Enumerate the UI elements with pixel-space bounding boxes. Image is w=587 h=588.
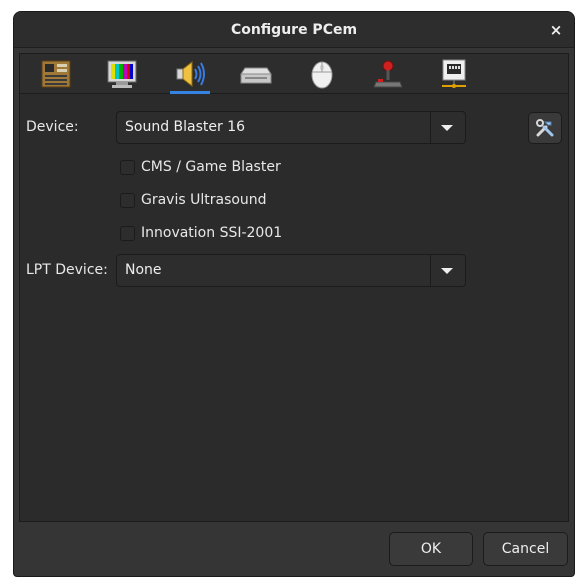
option-innovation-ssi-2001[interactable]: Innovation SSI-2001 xyxy=(120,223,282,243)
speaker-icon xyxy=(176,60,205,88)
lpt-device-value: None xyxy=(125,262,162,278)
tab-bar xyxy=(20,54,568,94)
combo-separator xyxy=(430,112,431,143)
tools-icon xyxy=(536,119,554,137)
chevron-down-icon xyxy=(441,125,453,131)
configure-device-button[interactable] xyxy=(528,112,562,144)
tab-joystick[interactable] xyxy=(360,54,416,94)
combo-separator xyxy=(430,255,431,286)
option-label: Gravis Ultrasound xyxy=(141,192,267,208)
option-label: Innovation SSI-2001 xyxy=(141,225,283,241)
titlebar: Configure PCem × xyxy=(14,12,574,48)
sound-device-value: Sound Blaster 16 xyxy=(125,119,246,135)
option-label: CMS / Game Blaster xyxy=(141,159,281,175)
lpt-device-select[interactable]: None xyxy=(116,254,466,287)
tab-motherboard[interactable] xyxy=(28,54,84,94)
tab-mouse[interactable] xyxy=(294,54,350,94)
display-icon xyxy=(107,60,137,88)
option-cms-game-blaster[interactable]: CMS / Game Blaster xyxy=(120,157,281,177)
chevron-down-icon xyxy=(441,268,453,274)
ok-button[interactable]: OK xyxy=(389,532,473,566)
tab-display[interactable] xyxy=(94,54,150,94)
configure-dialog: Configure PCem × Device: Sound Blaster 1… xyxy=(13,11,575,577)
hard-drive-icon xyxy=(240,67,272,84)
network-icon xyxy=(442,59,466,88)
dialog-title: Configure PCem xyxy=(230,22,358,38)
tab-sound[interactable] xyxy=(162,54,218,94)
lpt-device-label: LPT Device: xyxy=(26,262,108,278)
sound-device-select[interactable]: Sound Blaster 16 xyxy=(116,111,466,144)
joystick-icon xyxy=(373,60,403,88)
checkbox[interactable] xyxy=(120,192,135,208)
motherboard-icon xyxy=(41,60,71,88)
tab-storage[interactable] xyxy=(228,54,284,94)
checkbox[interactable] xyxy=(120,159,135,175)
checkbox[interactable] xyxy=(120,225,135,241)
device-label: Device: xyxy=(26,119,79,135)
close-button[interactable]: × xyxy=(546,20,566,40)
tab-network[interactable] xyxy=(426,54,482,94)
mouse-icon xyxy=(311,61,333,89)
settings-notebook: Device: Sound Blaster 16 CMS / Game Blas… xyxy=(19,53,569,522)
option-gravis-ultrasound[interactable]: Gravis Ultrasound xyxy=(120,190,267,210)
cancel-button[interactable]: Cancel xyxy=(483,532,568,566)
